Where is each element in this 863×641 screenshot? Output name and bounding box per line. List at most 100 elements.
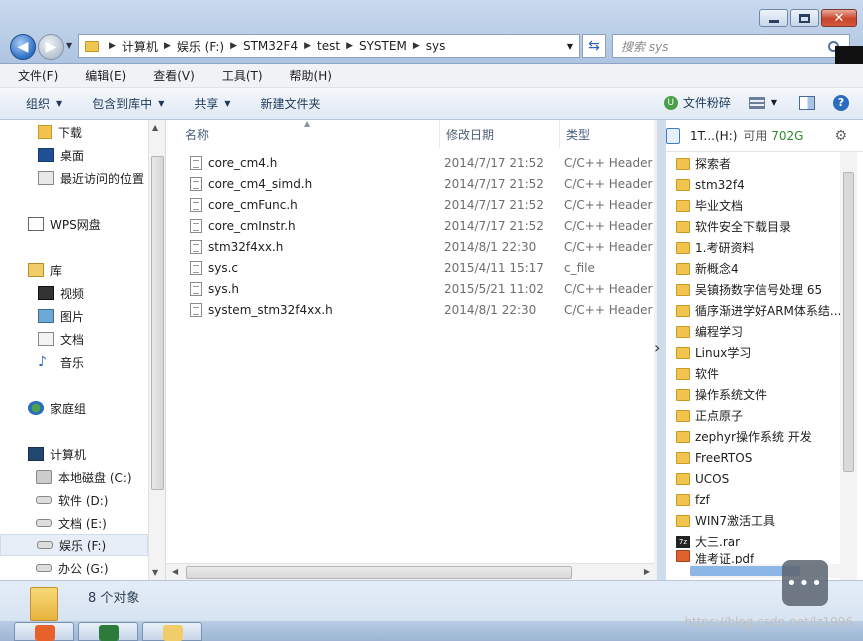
scroll-right-icon[interactable]: ▶ [644, 567, 650, 576]
chevron-right-icon[interactable]: ▶ [109, 41, 116, 51]
nav-item-music[interactable]: ♪ 音乐 [0, 351, 148, 373]
column-header-name[interactable]: 名称 [166, 120, 440, 148]
nav-item-desktop[interactable]: 桌面 [0, 144, 148, 166]
nav-item-videos[interactable]: 视频 [0, 282, 148, 304]
menu-help[interactable]: 帮助(H) [272, 67, 341, 84]
side-list-item[interactable]: 吴镇扬数字信号处理 65 [676, 279, 822, 300]
side-list-item[interactable]: 循序渐进学好ARM体系结... [676, 300, 841, 321]
chevron-down-icon[interactable]: ▼ [771, 98, 777, 107]
refresh-button[interactable]: ⇆ [582, 34, 606, 58]
gear-icon[interactable]: ⚙ [834, 128, 847, 144]
nav-item-drive-f[interactable]: 娱乐 (F:) [0, 534, 148, 556]
nav-scrollbar[interactable]: ▲ ▼ [148, 120, 165, 580]
recent-pages-dropdown[interactable]: ▼ [66, 41, 72, 50]
nav-item-libraries[interactable]: 库 [0, 259, 148, 281]
nav-item-drive-d[interactable]: 软件 (D:) [0, 489, 148, 511]
nav-item-homegroup[interactable]: 家庭组 [0, 397, 148, 419]
column-header-date[interactable]: 修改日期 [440, 120, 560, 148]
breadcrumb-item[interactable]: 计算机 [122, 38, 158, 55]
side-list-item[interactable]: 准考证.pdf [676, 550, 754, 564]
nav-item-documents[interactable]: 文档 [0, 328, 148, 350]
shred-button[interactable]: U 文件粉碎 [663, 94, 731, 111]
chevron-right-icon[interactable]: ▶ [230, 41, 237, 51]
nav-item-drive-c[interactable]: 本地磁盘 (C:) [0, 466, 148, 488]
file-row[interactable]: core_cmInstr.h 2014/7/17 21:52 C/C++ Heade… [166, 215, 654, 236]
side-list-item[interactable]: UCOS [676, 468, 729, 489]
back-button[interactable]: ◀ [10, 34, 36, 60]
file-row[interactable]: core_cm4.h 2014/7/17 21:52 C/C++ Header [166, 152, 654, 173]
nav-item-pictures[interactable]: 图片 [0, 305, 148, 327]
nav-item-wps[interactable]: WPS网盘 [0, 213, 148, 235]
scroll-down-icon[interactable]: ▼ [152, 568, 158, 577]
chevron-right-icon[interactable]: ▶ [413, 41, 420, 51]
side-list-item[interactable]: 正点原子 [676, 405, 743, 426]
forward-button[interactable]: ▶ [38, 34, 64, 60]
scrollbar-thumb[interactable] [843, 172, 854, 472]
taskbar-button[interactable] [78, 622, 138, 641]
maximize-button[interactable] [790, 9, 819, 27]
minimize-button[interactable] [759, 9, 788, 27]
drive-name[interactable]: 1T...(H:) [690, 129, 737, 143]
nav-item-downloads[interactable]: 下载 [0, 121, 148, 143]
nav-item-computer[interactable]: 计算机 [0, 443, 148, 465]
breadcrumb-item[interactable]: sys [426, 39, 446, 53]
side-list-item[interactable]: 新概念4 [676, 258, 739, 279]
scroll-up-icon[interactable]: ▲ [152, 123, 158, 132]
side-list-item[interactable]: 操作系统文件 [676, 384, 767, 405]
chevron-right-icon[interactable]: ▶ [346, 41, 353, 51]
search-input[interactable]: 搜索 sys [612, 34, 850, 58]
side-list-item[interactable]: FreeRTOS [676, 447, 752, 468]
file-row[interactable]: stm32f4xx.h 2014/8/1 22:30 C/C++ Header [166, 236, 654, 257]
menu-file[interactable]: 文件(F) [0, 67, 67, 84]
side-list-item[interactable]: 毕业文档 [676, 195, 743, 216]
chevron-down-icon[interactable]: ▼ [567, 42, 573, 51]
side-list-item[interactable]: 1.考研资料 [676, 237, 754, 258]
side-list-item[interactable]: 软件安全下载目录 [676, 216, 791, 237]
breadcrumb-item[interactable]: SYSTEM [359, 39, 407, 53]
breadcrumb-item[interactable]: 娱乐 (F:) [177, 38, 224, 55]
file-row[interactable]: system_stm32f4xx.h 2014/8/1 22:30 C/C++ He… [166, 299, 654, 320]
side-list-item[interactable]: WIN7激活工具 [676, 510, 775, 531]
taskbar-button[interactable] [14, 622, 74, 641]
file-row[interactable]: core_cm4_simd.h 2014/7/17 21:52 C/C++ Head… [166, 173, 654, 194]
nav-item-drive-g[interactable]: 办公 (G:) [0, 557, 148, 579]
close-button[interactable]: ✕ [821, 9, 857, 27]
side-list-item[interactable]: 探索者 [676, 153, 731, 174]
breadcrumb-item[interactable]: test [317, 39, 340, 53]
scroll-left-icon[interactable]: ◀ [172, 567, 178, 576]
side-list-item[interactable]: Linux学习 [676, 342, 751, 363]
menu-view[interactable]: 查看(V) [135, 67, 204, 84]
side-panel-scrollbar[interactable] [840, 152, 857, 580]
taskbar-button[interactable] [142, 622, 202, 641]
preview-pane-icon[interactable] [799, 95, 815, 110]
view-options-icon[interactable] [748, 96, 765, 109]
menu-tools[interactable]: 工具(T) [204, 67, 272, 84]
organize-button[interactable]: 组织 ▼ [26, 95, 62, 112]
breadcrumb-item[interactable]: STM32F4 [243, 39, 298, 53]
file-row[interactable]: sys.h 2015/5/21 11:02 C/C++ Header [166, 278, 654, 299]
horizontal-scrollbar[interactable]: ◀ ▶ [166, 563, 654, 580]
new-folder-button[interactable]: 新建文件夹 [261, 95, 321, 112]
file-row[interactable]: core_cmFunc.h 2014/7/17 21:52 C/C++ Header [166, 194, 654, 215]
nav-item-drive-e[interactable]: 文档 (E:) [0, 512, 148, 534]
chevron-right-icon[interactable]: ▶ [304, 41, 311, 51]
nav-item-recent[interactable]: 最近访问的位置 [0, 167, 148, 189]
side-list-item[interactable]: fzf [676, 489, 710, 510]
side-list-item[interactable]: 7z 大三.rar [676, 531, 740, 552]
scrollbar-thumb[interactable] [186, 566, 572, 579]
column-header-type[interactable]: 类型 [560, 120, 654, 148]
chevron-right-icon[interactable]: ▶ [164, 41, 171, 51]
side-list-item[interactable]: 编程学习 [676, 321, 743, 342]
menu-edit[interactable]: 编辑(E) [67, 67, 135, 84]
share-button[interactable]: 共享 ▼ [194, 95, 230, 112]
folder-icon [676, 304, 690, 317]
side-list-item[interactable]: stm32f4 [676, 174, 745, 195]
scrollbar-thumb[interactable] [151, 156, 164, 490]
side-list-item[interactable]: zephyr操作系统 开发 [676, 426, 812, 447]
side-list-item[interactable]: 软件 [676, 363, 719, 384]
file-row[interactable]: sys.c 2015/4/11 15:17 c_file [166, 257, 654, 278]
chevron-right-icon[interactable]: › [654, 338, 660, 357]
include-library-button[interactable]: 包含到库中 ▼ [92, 95, 164, 112]
help-icon[interactable]: ? [833, 94, 849, 111]
address-bar[interactable]: ▶ 计算机 ▶ 娱乐 (F:) ▶ STM32F4 ▶ test ▶ SYSTE… [78, 34, 580, 58]
